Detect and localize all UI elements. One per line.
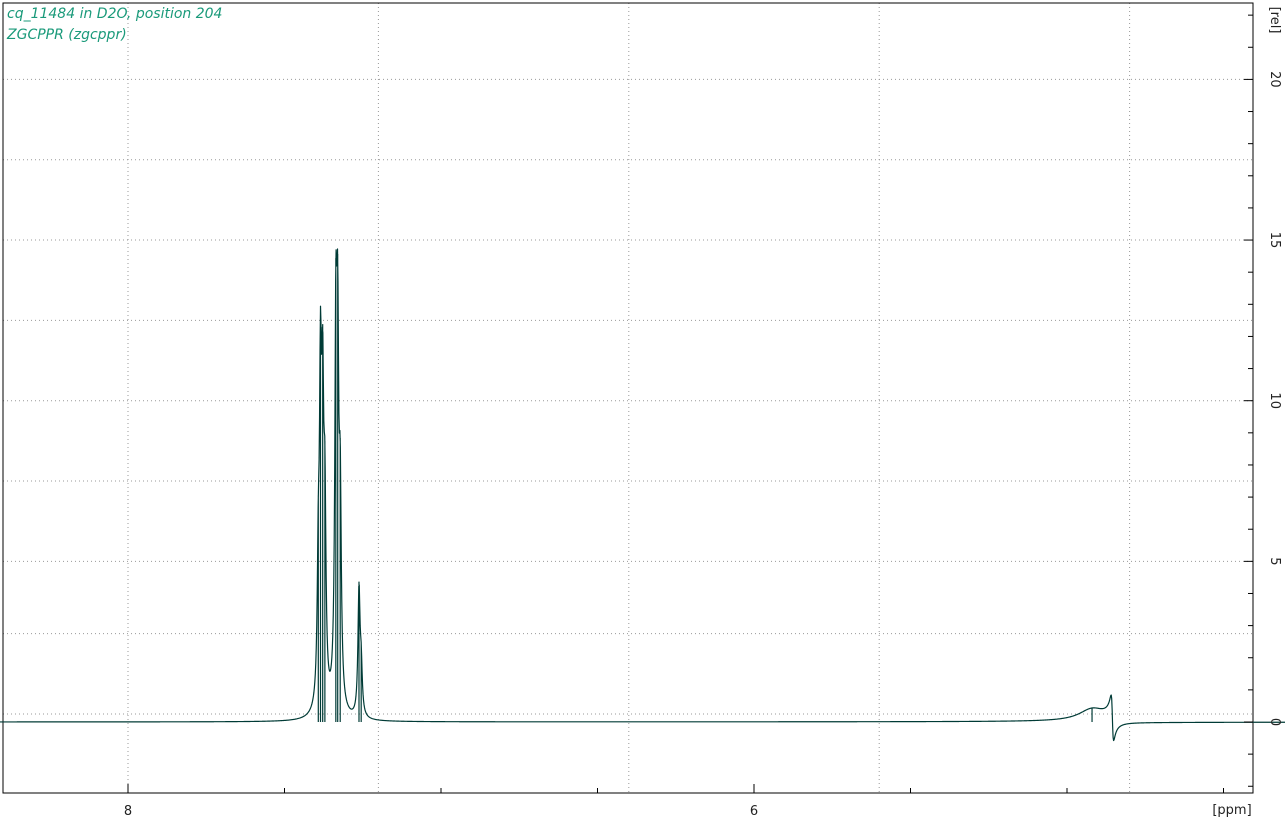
nmr-spectrum-chart: 8642 05101520 [ppm] [rel] (0, 2, 1285, 819)
x-axis-unit-label: [ppm] (1212, 803, 1251, 818)
y-axis: 0 5 10 15 20 (1244, 14, 1282, 787)
y-tick-label: 20 (1267, 71, 1282, 88)
x-tick-label: 8 (124, 804, 132, 819)
spectrum-line (0, 248, 1285, 742)
y-axis-unit-label: [rel] (1267, 7, 1282, 34)
y-tick-label: 0 (1267, 718, 1282, 726)
spectrum-series (0, 248, 1285, 742)
pulse-program-label: ZGCPPR (zgcppr) (7, 27, 127, 43)
x-axis: 8642 (124, 784, 1224, 819)
grid (3, 3, 1253, 793)
plot-frame (2, 2, 1254, 794)
y-tick-label: 10 (1267, 392, 1282, 409)
y-tick-label: 5 (1267, 557, 1282, 565)
y-tick-label: 15 (1267, 232, 1282, 249)
x-tick-label: 6 (750, 804, 758, 819)
experiment-title: cq_11484 in D2O, position 204 (7, 6, 223, 22)
